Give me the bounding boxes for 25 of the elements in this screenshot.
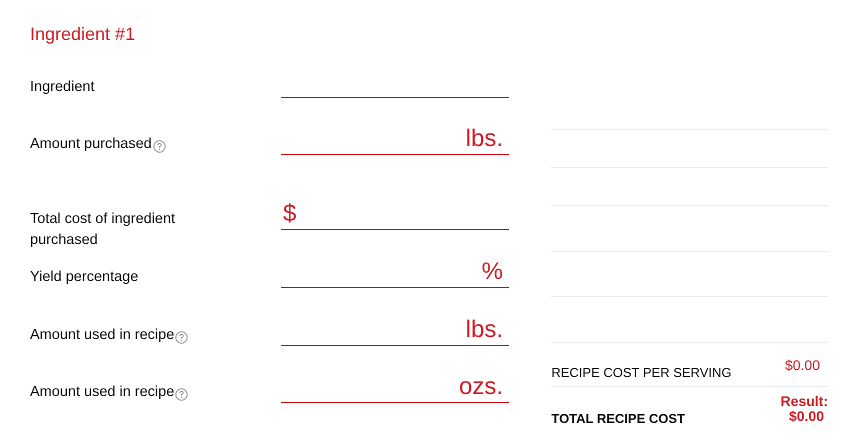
field-label: Yield percentage [30, 268, 138, 287]
help-icon[interactable] [152, 140, 166, 153]
unit-label: ozs. [458, 373, 503, 401]
input-field[interactable]: lbs. [281, 125, 509, 155]
input-field[interactable]: ozs. [281, 373, 509, 403]
unit-label: $ [283, 200, 296, 228]
summary-label: TOTAL RECIPE COST [551, 410, 685, 428]
section-title: Ingredient #1 [30, 24, 136, 44]
input-field[interactable]: % [281, 258, 509, 288]
unit-label: lbs. [466, 316, 503, 344]
unit-label: % [482, 258, 503, 286]
help-icon[interactable] [175, 331, 188, 344]
result-label: Result: [780, 394, 828, 408]
field-label: Amount purchased [30, 135, 152, 154]
field-label: Ingredient [30, 78, 94, 97]
input-field[interactable]: $ [281, 200, 509, 230]
summary-value: $0.00 [784, 356, 821, 372]
summary-value: $0.00 [788, 408, 825, 424]
field-label: Amount used in recipe [30, 383, 174, 402]
summary-label: RECIPE COST PER SERVING [551, 364, 732, 382]
input-field[interactable]: lbs. [281, 316, 509, 346]
unit-label: lbs. [466, 125, 503, 153]
field-label: Total cost of ingredient purchased [30, 210, 176, 250]
help-icon[interactable] [175, 388, 188, 401]
field-label: Amount used in recipe [30, 326, 174, 345]
